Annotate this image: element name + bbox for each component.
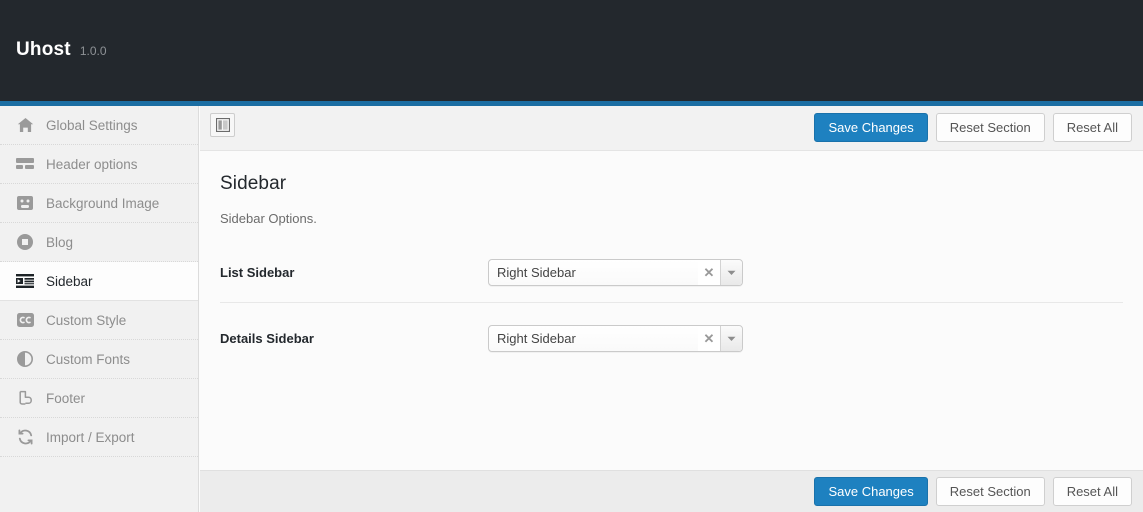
options-panel-app: Uhost 1.0.0 Global Settings Header opti [0, 0, 1143, 512]
list-sidebar-select-value: Right Sidebar [497, 265, 576, 280]
brand: Uhost 1.0.0 [16, 40, 107, 59]
clear-icon[interactable]: ✕ [698, 260, 720, 285]
sidebar-item-label: Blog [46, 235, 73, 250]
field-row-details-sidebar: Details Sidebar Right Sidebar ✕ [220, 302, 1123, 368]
toolbar: Save Changes Reset Section Reset All [200, 106, 1143, 151]
cc-icon [14, 309, 36, 331]
image-face-icon [14, 192, 36, 214]
brand-version: 1.0.0 [80, 45, 107, 57]
list-sidebar-select[interactable]: Right Sidebar ✕ [488, 259, 743, 286]
app-header: Uhost 1.0.0 [0, 0, 1143, 101]
footer-bar: Save Changes Reset Section Reset All [200, 470, 1143, 512]
sidebar-item-label: Header options [46, 157, 138, 172]
sidebar-nav: Global Settings Header options [0, 106, 199, 512]
refresh-arrows-icon [14, 426, 36, 448]
sidebar-item-background-image[interactable]: Background Image [0, 184, 198, 223]
sidebar-layout-icon [14, 270, 36, 292]
settings-field-list: List Sidebar Right Sidebar ✕ Details Sid… [220, 250, 1123, 368]
clear-icon[interactable]: ✕ [698, 326, 720, 351]
save-changes-button-bottom[interactable]: Save Changes [814, 477, 927, 506]
sidebar-item-header-options[interactable]: Header options [0, 145, 198, 184]
sidebar-item-label: Custom Style [46, 313, 126, 328]
panel-layout-icon[interactable] [210, 113, 235, 137]
sidebar-item-label: Sidebar [46, 274, 93, 289]
brand-name: Uhost [16, 40, 71, 59]
sidebar-item-blog[interactable]: Blog [0, 223, 198, 262]
content-area: Sidebar Sidebar Options. List Sidebar Ri… [200, 151, 1143, 368]
header-bar-icon [14, 153, 36, 175]
reset-section-button-bottom[interactable]: Reset Section [936, 477, 1045, 506]
sidebar-item-custom-fonts[interactable]: Custom Fonts [0, 340, 198, 379]
home-icon [14, 114, 36, 136]
footer-actions: Save Changes Reset Section Reset All [814, 477, 1132, 506]
details-sidebar-select-field[interactable]: Right Sidebar [489, 326, 698, 351]
sidebar-item-custom-style[interactable]: Custom Style [0, 301, 198, 340]
field-row-list-sidebar: List Sidebar Right Sidebar ✕ [220, 250, 1123, 302]
reset-all-button-bottom[interactable]: Reset All [1053, 477, 1132, 506]
sidebar-item-label: Global Settings [46, 118, 138, 133]
reset-section-button-top[interactable]: Reset Section [936, 113, 1045, 142]
reset-all-button-top[interactable]: Reset All [1053, 113, 1132, 142]
contrast-circle-icon [14, 348, 36, 370]
chevron-down-icon[interactable] [720, 260, 742, 285]
list-sidebar-select-field[interactable]: Right Sidebar [489, 260, 698, 285]
sidebar-item-label: Footer [46, 391, 85, 406]
sidebar-item-label: Background Image [46, 196, 159, 211]
sidebar-item-label: Import / Export [46, 430, 135, 445]
circle-square-icon [14, 231, 36, 253]
sidebar-item-import-export[interactable]: Import / Export [0, 418, 198, 457]
save-changes-button-top[interactable]: Save Changes [814, 113, 927, 142]
field-label: List Sidebar [220, 259, 488, 280]
pointer-hand-icon [14, 387, 36, 409]
sidebar-item-sidebar[interactable]: Sidebar [0, 262, 198, 301]
sidebar-item-footer[interactable]: Footer [0, 379, 198, 418]
page-title: Sidebar [220, 151, 1123, 195]
sidebar-item-global-settings[interactable]: Global Settings [0, 106, 198, 145]
page-subtitle: Sidebar Options. [220, 195, 1123, 226]
sidebar-item-label: Custom Fonts [46, 352, 130, 367]
toolbar-actions: Save Changes Reset Section Reset All [814, 113, 1132, 142]
main-panel: Save Changes Reset Section Reset All Sid… [200, 106, 1143, 512]
details-sidebar-select-value: Right Sidebar [497, 331, 576, 346]
chevron-down-icon[interactable] [720, 326, 742, 351]
details-sidebar-select[interactable]: Right Sidebar ✕ [488, 325, 743, 352]
field-label: Details Sidebar [220, 325, 488, 346]
